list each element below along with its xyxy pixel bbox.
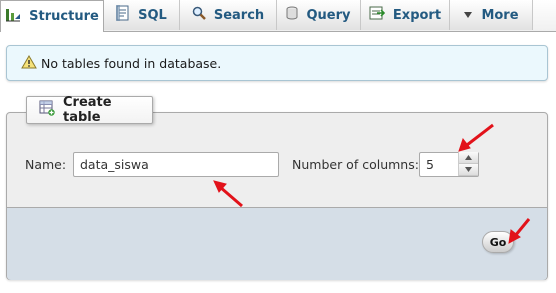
stepper-up-icon[interactable] bbox=[459, 152, 478, 164]
tab-search[interactable]: Search bbox=[180, 0, 277, 30]
warning-icon bbox=[21, 54, 37, 72]
tab-query-label: Query bbox=[306, 7, 351, 23]
tab-export-label: Export bbox=[392, 7, 442, 23]
name-label: Name: bbox=[25, 157, 67, 172]
create-table-footer bbox=[7, 207, 547, 280]
sql-icon bbox=[116, 5, 130, 25]
tab-sql[interactable]: SQL bbox=[104, 0, 180, 30]
tab-more[interactable]: More bbox=[450, 0, 533, 30]
table-name-input[interactable]: data_siswa bbox=[73, 152, 279, 177]
create-table-legend: Create table bbox=[26, 95, 153, 125]
tab-sql-label: SQL bbox=[138, 7, 167, 23]
columns-stepper[interactable] bbox=[458, 152, 478, 176]
export-icon bbox=[369, 6, 386, 24]
create-table-icon bbox=[39, 100, 55, 120]
stepper-down-icon[interactable] bbox=[459, 164, 478, 176]
tab-structure-label: Structure bbox=[29, 9, 99, 24]
columns-label: Number of columns: bbox=[292, 157, 419, 172]
notice-text: No tables found in database. bbox=[41, 55, 222, 71]
structure-icon bbox=[5, 8, 21, 26]
tab-query[interactable]: Query bbox=[277, 0, 361, 30]
chevron-down-icon bbox=[463, 8, 473, 23]
tab-export[interactable]: Export bbox=[361, 0, 450, 30]
query-icon bbox=[286, 6, 298, 24]
go-button[interactable]: Go bbox=[482, 231, 514, 253]
no-tables-notice: No tables found in database. bbox=[6, 45, 548, 81]
search-icon bbox=[192, 6, 206, 24]
tab-search-label: Search bbox=[213, 7, 265, 23]
create-table-legend-label: Create table bbox=[63, 95, 112, 125]
tab-structure[interactable]: Structure bbox=[0, 0, 104, 32]
tab-bar: Structure SQL Search Query Export More bbox=[0, 0, 556, 32]
tab-more-label: More bbox=[481, 7, 519, 23]
